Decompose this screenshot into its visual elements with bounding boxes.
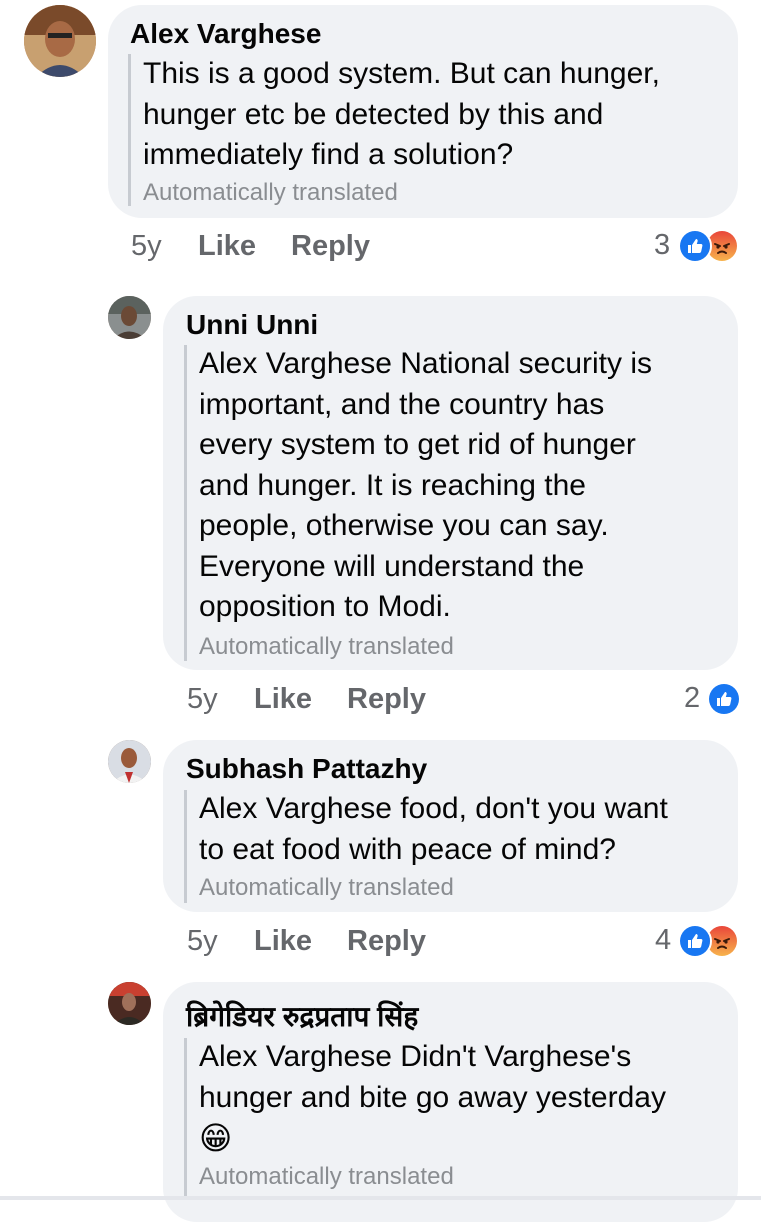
translated-note[interactable]: Automatically translated xyxy=(143,179,398,207)
comment-author[interactable]: ब्रिगेडियर रुद्रप्रताप सिंह xyxy=(186,997,418,1035)
reaction-count: 2 xyxy=(684,682,701,714)
comment-text: This is a good system. But can hunger, h… xyxy=(143,54,660,176)
comment-time[interactable]: 5y xyxy=(187,925,218,958)
avatar[interactable] xyxy=(108,296,151,339)
translation-quote-bar xyxy=(184,1038,187,1200)
comment-text-line: Everyone will understand the xyxy=(199,549,585,583)
comment-text: Alex Varghese food, don't you want to ea… xyxy=(199,789,668,870)
avatar[interactable] xyxy=(108,740,151,783)
reaction-summary[interactable]: 4 xyxy=(651,924,751,959)
comment-text-line: to eat food with peace of mind? xyxy=(199,832,616,866)
comment-text-line: This is a good system. But can hunger, xyxy=(143,57,660,90)
reply-button[interactable]: Reply xyxy=(291,230,370,263)
comment-text-line: hunger and bite go away yesterday xyxy=(199,1080,666,1114)
like-button[interactable]: Like xyxy=(254,683,312,716)
reaction-summary[interactable]: 3 xyxy=(650,229,750,264)
comment-text-line: immediately find a solution? xyxy=(143,138,514,171)
like-icon xyxy=(707,682,741,716)
grinning-face-icon: 😁 xyxy=(199,1120,233,1156)
like-button[interactable]: Like xyxy=(254,925,312,958)
comment-time[interactable]: 5y xyxy=(187,683,218,716)
comment-text-line: hunger etc be detected by this and xyxy=(143,97,604,131)
reply-button[interactable]: Reply xyxy=(347,925,426,958)
reaction-count: 4 xyxy=(655,924,672,956)
comment-author[interactable]: Alex Varghese xyxy=(130,18,321,50)
comment-text-line: Alex Varghese National security is xyxy=(199,347,652,380)
comment-text-line: every system to get rid of hunger xyxy=(199,428,636,461)
reply-button[interactable]: Reply xyxy=(347,683,426,716)
comment-text: Alex Varghese Didn't Varghese's hunger a… xyxy=(199,1037,666,1158)
comment-author[interactable]: Unni Unni xyxy=(186,309,318,341)
translation-quote-bar xyxy=(184,345,187,661)
translated-note[interactable]: Automatically translated xyxy=(199,633,454,661)
comment-text-line: opposition to Modi. xyxy=(199,590,451,623)
comment-text: Alex Varghese National security is impor… xyxy=(199,344,652,628)
like-button[interactable]: Like xyxy=(198,230,256,263)
comment-text-line: and hunger. It is reaching the xyxy=(199,468,586,502)
comment-text-line: Alex Varghese food, don't you want xyxy=(199,792,668,825)
avatar[interactable] xyxy=(108,982,151,1025)
bottom-divider xyxy=(0,1196,761,1200)
reaction-count: 3 xyxy=(654,229,671,261)
avatar[interactable] xyxy=(24,5,96,77)
comment-text-line: important, and the country has xyxy=(199,387,605,421)
like-icon xyxy=(678,924,712,958)
comment-text-line: people, otherwise you can say. xyxy=(199,509,609,542)
comment-text-line: Alex Varghese Didn't Varghese's xyxy=(199,1040,632,1073)
translated-note[interactable]: Automatically translated xyxy=(199,1163,454,1191)
translation-quote-bar xyxy=(184,790,187,903)
translated-note[interactable]: Automatically translated xyxy=(199,874,454,902)
like-icon xyxy=(678,229,712,263)
reaction-summary[interactable]: 2 xyxy=(680,682,750,717)
comment-author[interactable]: Subhash Pattazhy xyxy=(186,753,427,785)
comment-time[interactable]: 5y xyxy=(131,230,162,263)
translation-quote-bar xyxy=(128,54,131,206)
